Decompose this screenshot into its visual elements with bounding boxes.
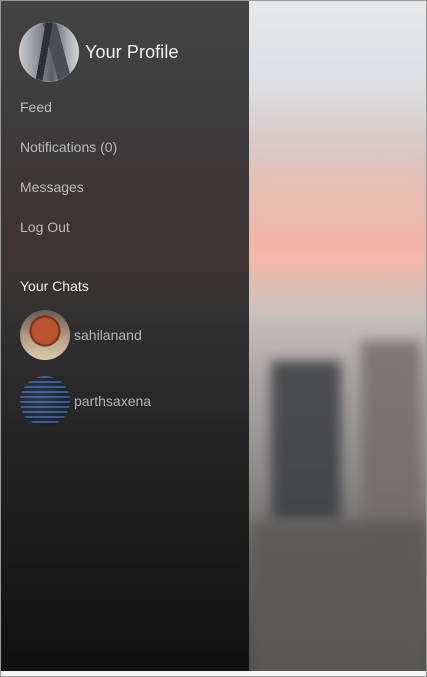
- chats-section-title: Your Chats: [20, 278, 89, 294]
- menu-item-notifications[interactable]: Notifications (0): [20, 137, 117, 177]
- profile-avatar[interactable]: [19, 22, 79, 82]
- chat-name[interactable]: parthsaxena: [74, 393, 151, 409]
- profile-name[interactable]: Your Profile: [85, 42, 179, 63]
- side-drawer: Your Profile Feed Notifications (0) Mess…: [1, 1, 249, 673]
- chat-item-sahilanand[interactable]: sahilanand: [20, 310, 142, 360]
- chat-name[interactable]: sahilanand: [74, 327, 142, 343]
- app-screen: Your Profile Feed Notifications (0) Mess…: [0, 0, 427, 677]
- drawer-menu: Feed Notifications (0) Messages Log Out: [20, 97, 117, 257]
- chat-avatar[interactable]: [20, 310, 70, 360]
- background-building: [271, 361, 341, 521]
- chat-item-parthsaxena[interactable]: parthsaxena: [20, 376, 151, 426]
- background-horizon: [251, 171, 426, 231]
- menu-item-logout[interactable]: Log Out: [20, 217, 117, 257]
- bottom-edge: [1, 671, 426, 676]
- background-city: [251, 521, 426, 676]
- profile-link[interactable]: Your Profile: [19, 22, 179, 82]
- menu-item-feed[interactable]: Feed: [20, 97, 117, 137]
- menu-item-messages[interactable]: Messages: [20, 177, 117, 217]
- chat-avatar[interactable]: [20, 376, 70, 426]
